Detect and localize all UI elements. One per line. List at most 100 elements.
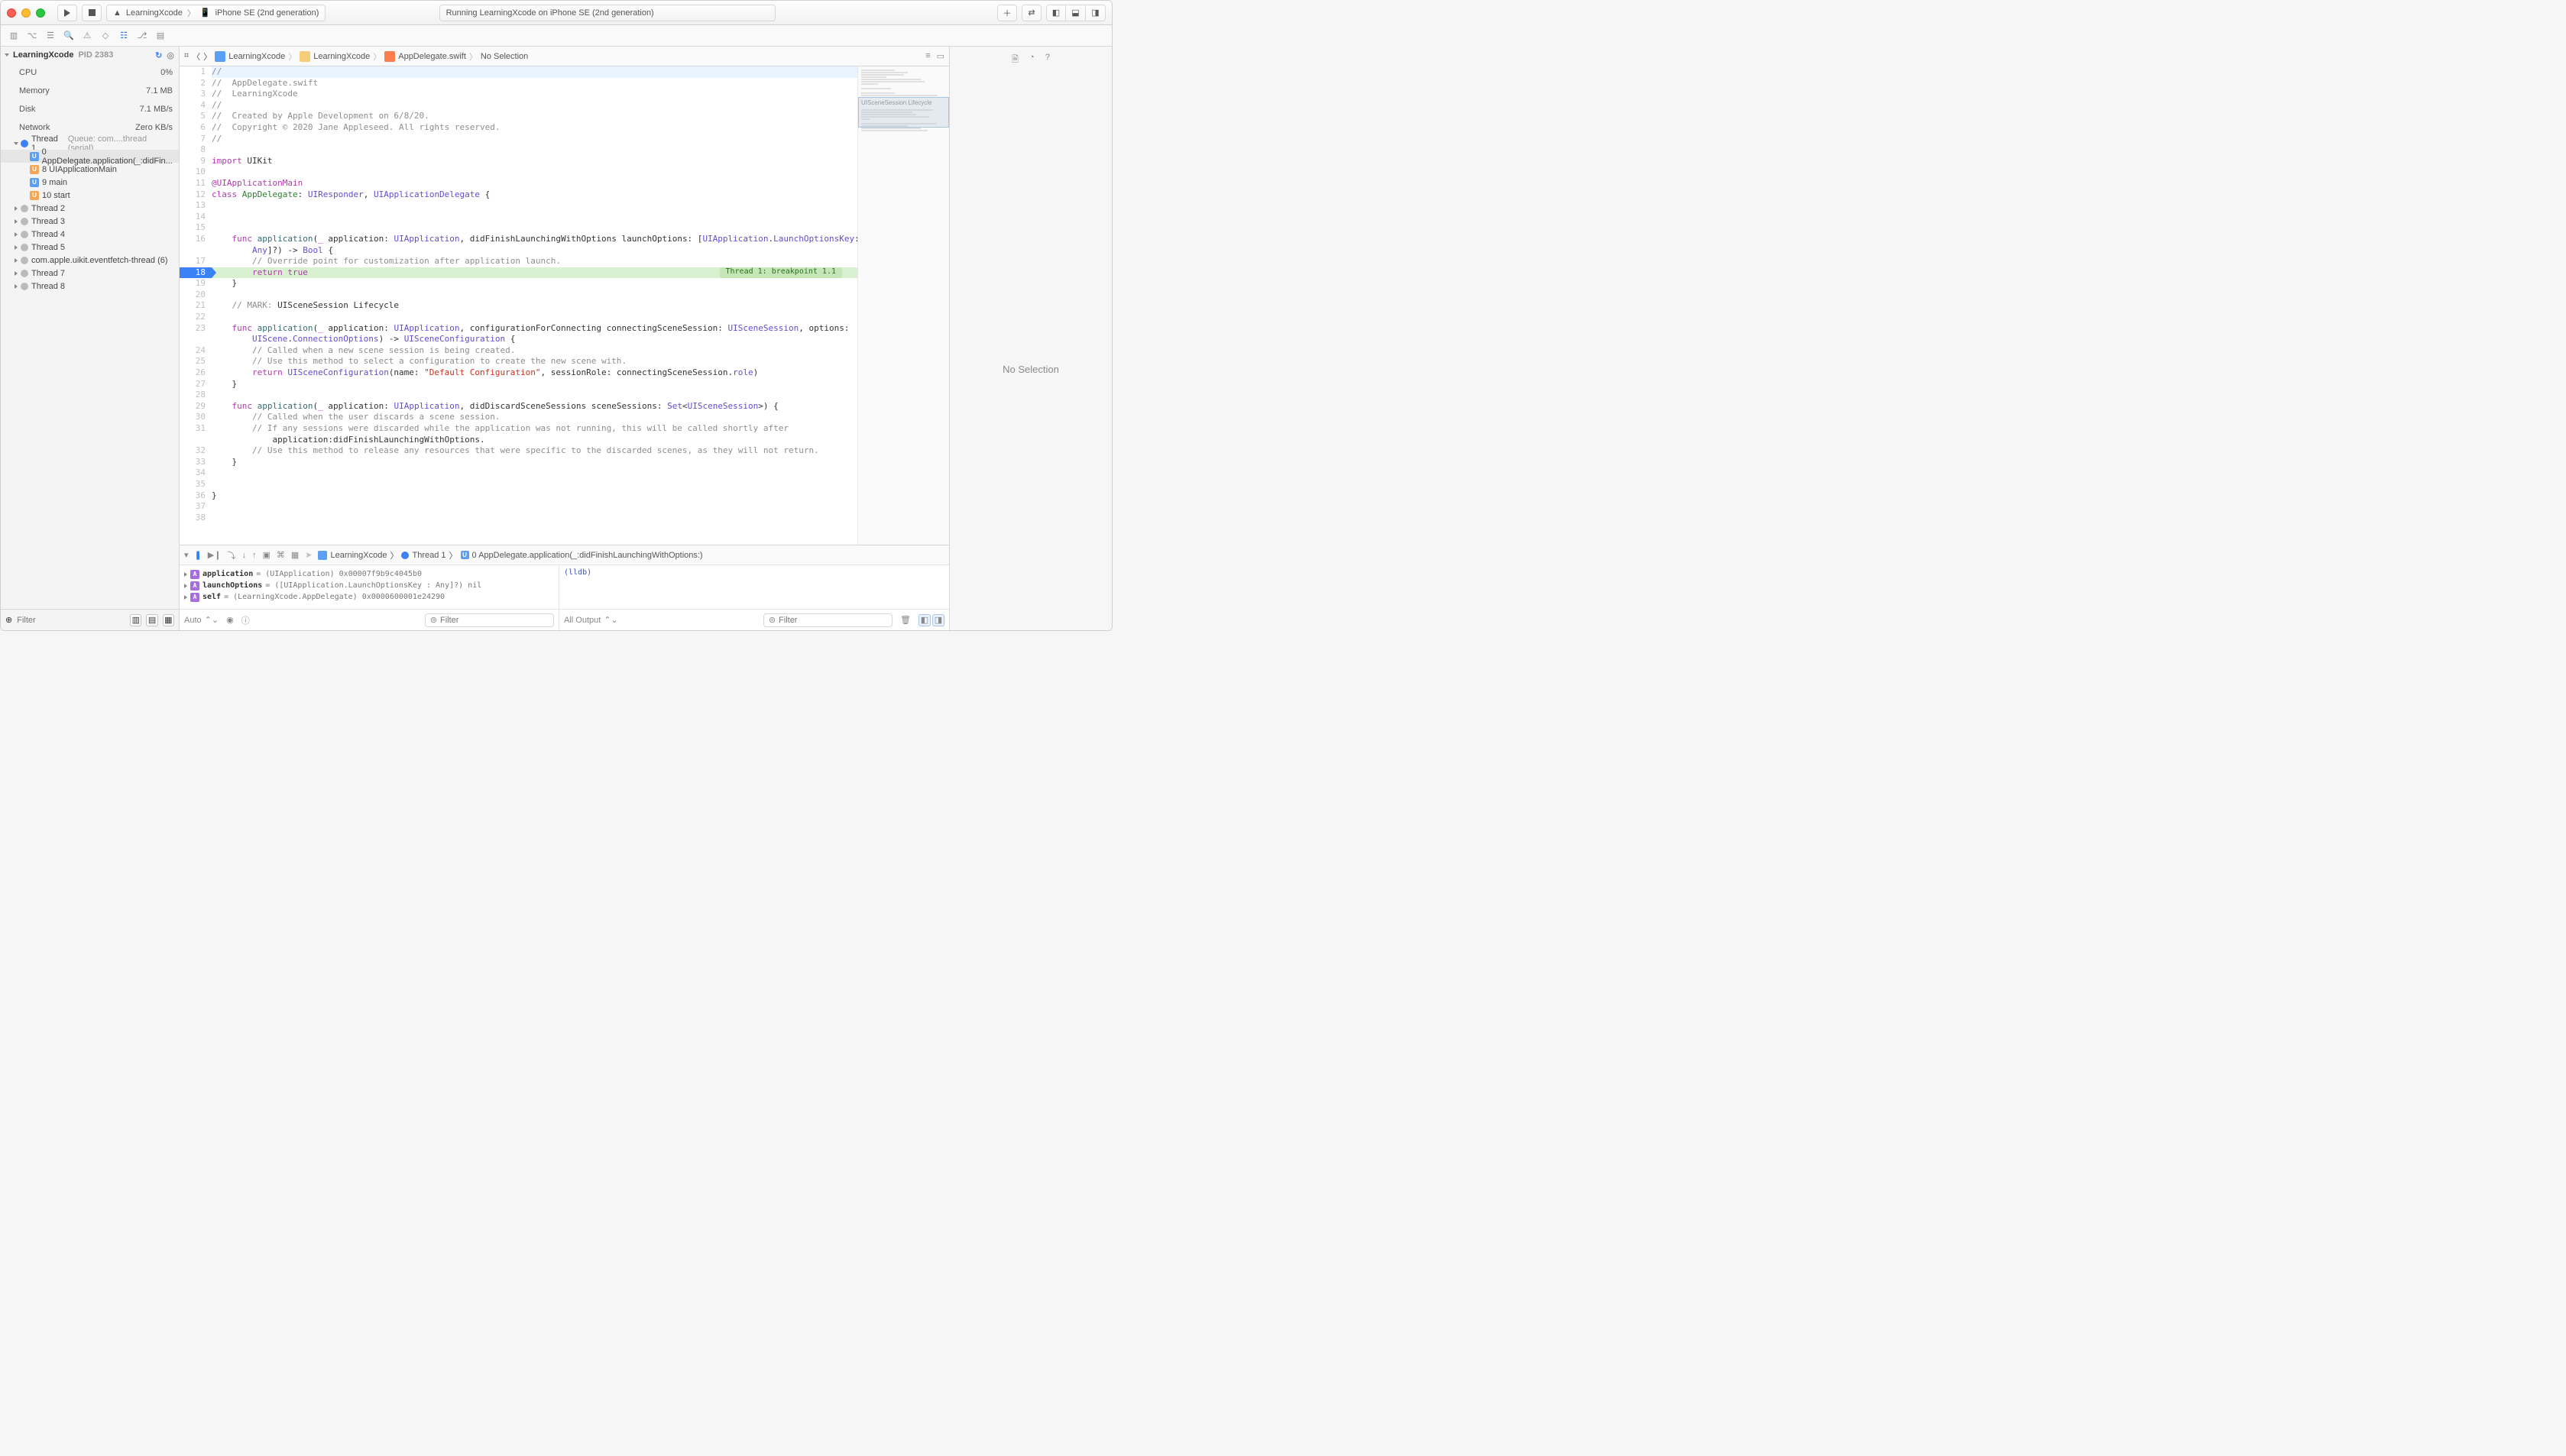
thread-row[interactable]: com.apple.uikit.eventfetch-thread (6) [1,254,179,267]
code-line[interactable]: 18 return trueThread 1: breakpoint 1.1 [180,267,857,279]
step-into-button[interactable]: ↓ [241,551,246,560]
add-tab-button[interactable]: ＋ [997,5,1017,21]
line-number[interactable]: 7 [180,134,212,145]
step-over-button[interactable]: ⤵ [227,549,235,561]
line-number[interactable]: 10 [180,167,212,178]
code-line[interactable]: 9import UIKit [180,156,857,167]
line-number[interactable]: 20 [180,290,212,301]
continue-button[interactable]: ▶❙ [208,550,222,560]
zoom-button[interactable] [36,8,45,18]
console-view[interactable]: (lldb) [559,565,949,609]
code-line[interactable]: 2// AppDelegate.swift [180,78,857,89]
code-line[interactable]: 36} [180,490,857,502]
line-number[interactable] [180,435,212,446]
line-number[interactable]: 32 [180,445,212,457]
line-number[interactable]: 35 [180,479,212,490]
clear-console-icon[interactable]: 🗑 [900,615,911,625]
code-review-button[interactable]: ⇄ [1022,5,1042,21]
source-control-navigator-icon[interactable]: ⌥ [24,28,40,44]
thread-row[interactable]: Thread 2 [1,202,179,215]
back-button[interactable]: 〈 [192,50,200,63]
code-line[interactable]: 12class AppDelegate: UIResponder, UIAppl… [180,189,857,201]
code-line[interactable]: Any]?) -> Bool { [180,245,857,257]
code-line[interactable]: 6// Copyright © 2020 Jane Appleseed. All… [180,122,857,134]
line-number[interactable]: 38 [180,513,212,524]
line-number[interactable]: 5 [180,111,212,122]
issue-navigator-icon[interactable]: ⚠ [79,28,96,44]
disclosure-icon[interactable] [5,53,9,57]
line-number[interactable]: 4 [180,100,212,112]
jump-file[interactable]: AppDelegate.swift [384,51,466,62]
variable-row[interactable]: Aapplication = (UIApplication) 0x00007f9… [184,568,554,580]
code-line[interactable]: 32 // Use this method to release any res… [180,445,857,457]
toggle-a[interactable]: ▥ [130,614,141,626]
minimap[interactable]: UISceneSession Lifecycle [857,66,949,545]
stack-frame[interactable]: U9 main [1,176,179,189]
line-number[interactable]: 37 [180,501,212,513]
code-line[interactable]: 30 // Called when the user discards a sc… [180,412,857,423]
line-number[interactable]: 22 [180,312,212,323]
line-number[interactable]: 9 [180,156,212,167]
code-line[interactable]: 21 // MARK: UISceneSession Lifecycle [180,300,857,312]
code-line[interactable]: 5// Created by Apple Development on 6/8/… [180,111,857,122]
refresh-icon[interactable]: ↻ [155,50,162,60]
toggle-inspector-button[interactable]: ◨ [1086,5,1106,21]
code-line[interactable]: 4// [180,100,857,112]
line-number[interactable]: 27 [180,379,212,390]
line-number[interactable]: 19 [180,278,212,290]
report-navigator-icon[interactable]: ▤ [152,28,169,44]
breakpoint-toggle[interactable]: ❚ [195,550,202,560]
line-number[interactable]: 17 [180,256,212,267]
line-number[interactable] [180,334,212,345]
cpu-metric[interactable]: CPU0% [1,63,179,82]
disk-metric[interactable]: Disk7.1 MB/s [1,100,179,118]
code-line[interactable]: 33 } [180,457,857,468]
code-line[interactable]: 8 [180,144,857,156]
line-number[interactable]: 26 [180,367,212,379]
line-number[interactable]: 3 [180,89,212,100]
toggle-console-pane[interactable]: ◨ [932,614,944,626]
code-line[interactable]: 3// LearningXcode [180,89,857,100]
code-line[interactable]: 38 [180,513,857,524]
line-number[interactable]: 6 [180,122,212,134]
code-line[interactable]: 7// [180,134,857,145]
code-line[interactable]: 11@UIApplicationMain [180,178,857,189]
thread-row[interactable]: Thread 3 [1,215,179,228]
line-number[interactable]: 13 [180,200,212,212]
project-navigator-icon[interactable]: ▥ [5,28,22,44]
code-line[interactable]: application:didFinishLaunchingWithOption… [180,435,857,446]
line-number[interactable]: 29 [180,401,212,413]
jump-project[interactable]: LearningXcode [215,51,285,62]
thread-row[interactable]: Thread 5 [1,241,179,254]
code-line[interactable]: 34 [180,468,857,479]
filter-input[interactable] [17,616,125,625]
forward-button[interactable]: 〉 [203,50,212,63]
line-number[interactable]: 1 [180,66,212,78]
jump-folder[interactable]: LearningXcode [300,51,370,62]
line-number[interactable]: 34 [180,468,212,479]
jump-selection[interactable]: No Selection [481,52,528,61]
line-number[interactable]: 31 [180,423,212,435]
breakpoint-navigator-icon[interactable]: ⎇ [134,28,151,44]
file-inspector-icon[interactable]: 🗎 [1012,53,1019,67]
toggle-c[interactable]: ▦ [163,614,174,626]
code-line[interactable]: 23 func application(_ application: UIApp… [180,323,857,335]
add-editor-icon[interactable]: ▭ [937,51,944,61]
find-navigator-icon[interactable]: 🔍 [60,28,77,44]
step-out-button[interactable]: ↑ [252,551,257,560]
line-number[interactable]: 24 [180,345,212,357]
activity-status-bar[interactable]: Running LearningXcode on iPhone SE (2nd … [439,5,776,21]
memory-metric[interactable]: Memory7.1 MB [1,82,179,100]
print-description-icon[interactable]: ⓘ [241,614,250,626]
toggle-vars-pane[interactable]: ◧ [919,614,931,626]
hide-debug-button[interactable]: ▾ [184,550,189,560]
gauge-icon[interactable]: ◎ [167,50,174,60]
code-line[interactable]: 31 // If any sessions were discarded whi… [180,423,857,435]
quicklook-icon[interactable]: ◉ [226,615,234,625]
code-line[interactable]: 20 [180,290,857,301]
variable-row[interactable]: AlaunchOptions = ([UIApplication.LaunchO… [184,580,554,591]
line-number[interactable]: 15 [180,222,212,234]
help-inspector-icon[interactable]: ? [1045,53,1050,67]
stack-frame[interactable]: U0 AppDelegate.application(_:didFin... [1,150,179,163]
editor-options-icon[interactable]: ≡ [925,51,930,61]
